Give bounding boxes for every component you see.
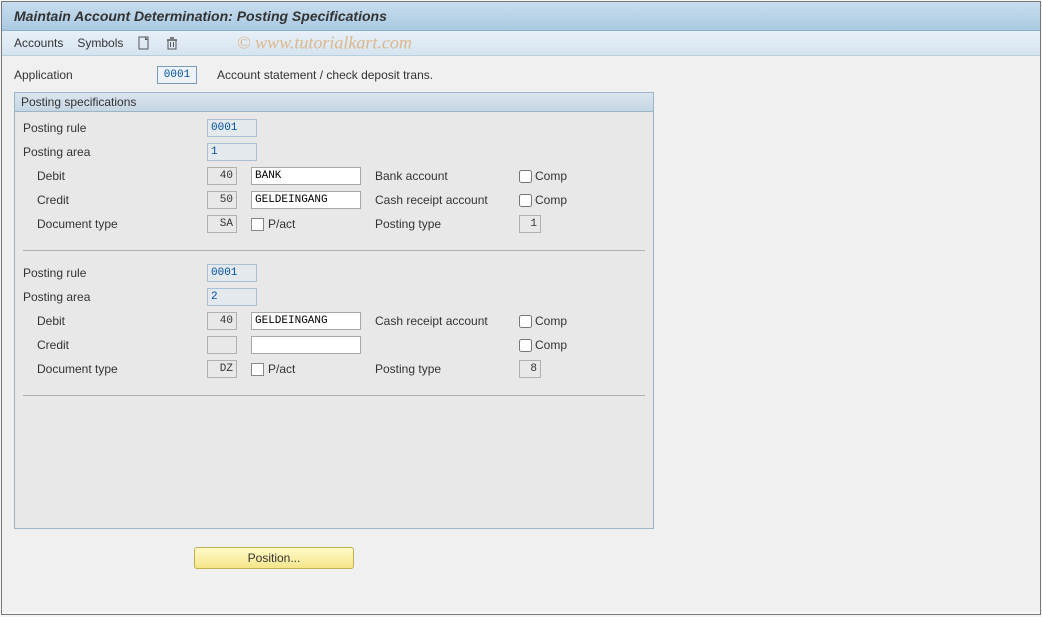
debit-label: Debit (23, 169, 203, 183)
header-bar: Maintain Account Determination: Posting … (2, 2, 1040, 31)
posting-rule-label: Posting rule (23, 266, 203, 280)
credit-name-input[interactable] (251, 336, 361, 354)
credit-name-input[interactable] (251, 191, 361, 209)
posting-area-label: Posting area (23, 145, 203, 159)
button-row: Position... (14, 547, 1028, 569)
posting-block-2: Posting rule Posting area Debit Cash rec… (15, 257, 653, 389)
accounts-link[interactable]: Accounts (14, 36, 63, 50)
credit-desc: Cash receipt account (375, 193, 515, 207)
pact-checkbox[interactable] (251, 218, 264, 231)
credit-comp-checkbox[interactable]: Comp (519, 338, 623, 352)
credit-label: Credit (23, 193, 203, 207)
doctype-input[interactable] (207, 360, 237, 378)
posting-area-input[interactable] (207, 288, 257, 306)
posting-area-input[interactable] (207, 143, 257, 161)
application-input[interactable] (157, 66, 197, 84)
delete-icon[interactable] (165, 36, 179, 50)
application-row: Application Account statement / check de… (14, 66, 1028, 84)
debit-name-input[interactable] (251, 167, 361, 185)
posting-type-input[interactable] (519, 215, 541, 233)
doctype-label: Document type (23, 362, 203, 376)
debit-comp-checkbox[interactable]: Comp (519, 169, 623, 183)
posting-type-input[interactable] (519, 360, 541, 378)
toolbar: Accounts Symbols © www.tutorialkart.com (2, 31, 1040, 56)
content-area: Application Account statement / check de… (2, 56, 1040, 612)
credit-comp-checkbox[interactable]: Comp (519, 193, 623, 207)
posting-rule-input[interactable] (207, 119, 257, 137)
page-title: Maintain Account Determination: Posting … (14, 8, 1028, 24)
credit-label: Credit (23, 338, 203, 352)
posting-rule-label: Posting rule (23, 121, 203, 135)
application-label: Application (14, 68, 149, 82)
posting-rule-input[interactable] (207, 264, 257, 282)
debit-code-input[interactable] (207, 167, 237, 185)
debit-label: Debit (23, 314, 203, 328)
application-description: Account statement / check deposit trans. (217, 68, 433, 82)
debit-comp-checkbox[interactable]: Comp (519, 314, 623, 328)
pact-label: P/act (268, 362, 295, 376)
divider (23, 395, 645, 396)
debit-code-input[interactable] (207, 312, 237, 330)
posting-area-label: Posting area (23, 290, 203, 304)
spacer (15, 402, 653, 522)
pact-checkbox[interactable] (251, 363, 264, 376)
debit-name-input[interactable] (251, 312, 361, 330)
divider (23, 250, 645, 251)
debit-desc: Bank account (375, 169, 515, 183)
posting-type-label: Posting type (375, 362, 515, 376)
posting-spec-group: Posting specifications Posting rule Post… (14, 92, 654, 529)
doctype-input[interactable] (207, 215, 237, 233)
position-button[interactable]: Position... (194, 547, 354, 569)
doctype-label: Document type (23, 217, 203, 231)
group-title: Posting specifications (15, 93, 653, 112)
watermark: © www.tutorialkart.com (237, 33, 412, 54)
posting-type-label: Posting type (375, 217, 515, 231)
symbols-link[interactable]: Symbols (77, 36, 123, 50)
pact-label: P/act (268, 217, 295, 231)
posting-block-1: Posting rule Posting area Debit Bank acc… (15, 112, 653, 244)
new-icon[interactable] (137, 36, 151, 50)
credit-code-input[interactable] (207, 336, 237, 354)
debit-desc: Cash receipt account (375, 314, 515, 328)
credit-code-input[interactable] (207, 191, 237, 209)
